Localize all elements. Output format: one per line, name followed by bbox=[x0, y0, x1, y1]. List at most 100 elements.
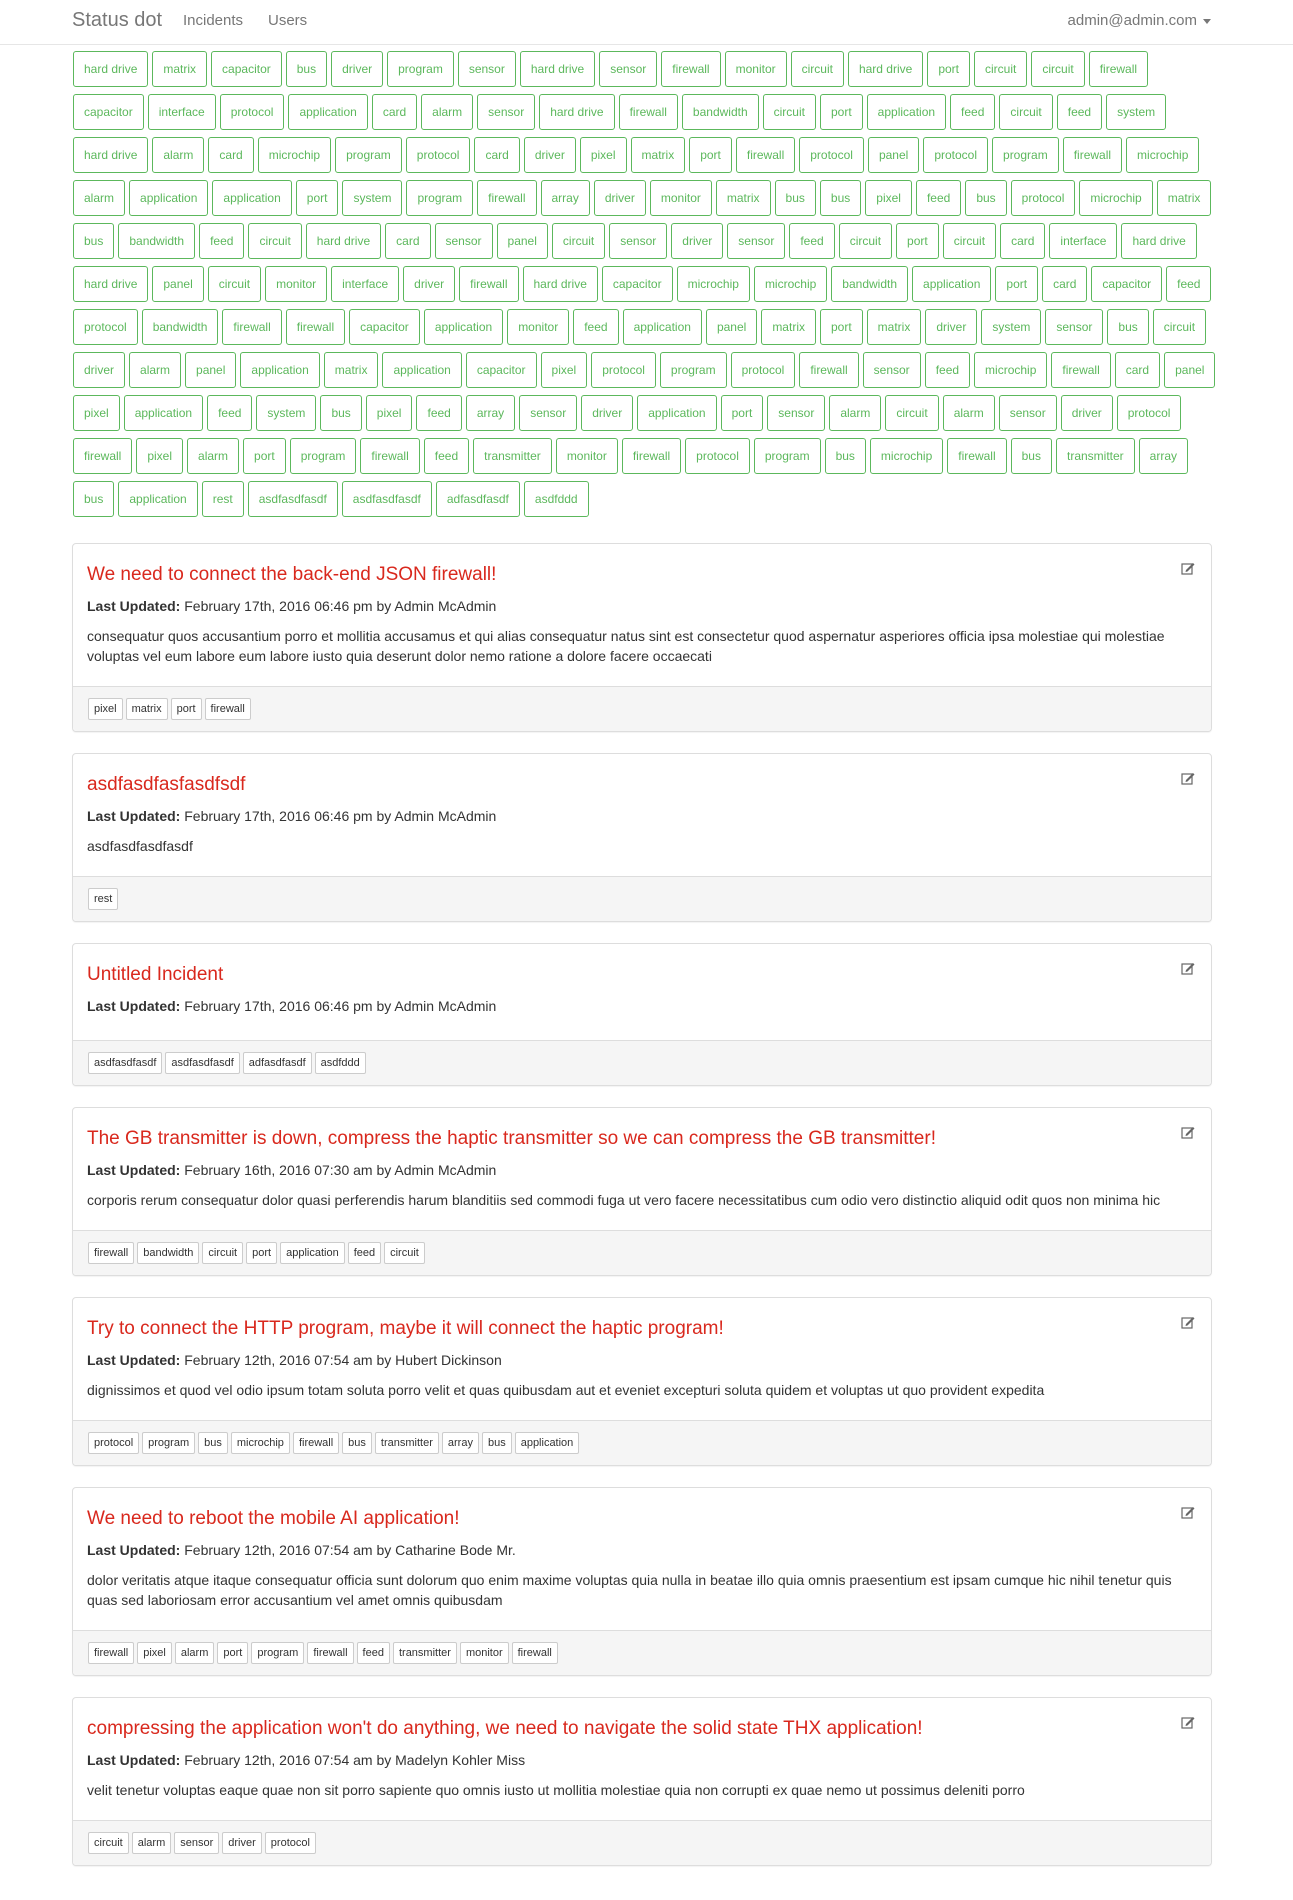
tag-filter-button[interactable]: bus bbox=[73, 223, 115, 259]
incident-title[interactable]: asdfasdfasfasdfsdf bbox=[87, 774, 1197, 796]
incident-tag[interactable]: sensor bbox=[174, 1832, 220, 1854]
tag-filter-button[interactable]: application bbox=[123, 395, 204, 431]
user-menu[interactable]: admin@admin.com bbox=[1068, 12, 1211, 29]
tag-filter-button[interactable]: firewall bbox=[1062, 137, 1123, 173]
tag-filter-button[interactable]: program bbox=[659, 352, 727, 388]
incident-tag[interactable]: pixel bbox=[137, 1642, 172, 1664]
tag-filter-button[interactable]: circuit bbox=[551, 223, 606, 259]
incident-tag[interactable]: adfasdfasdf bbox=[242, 1052, 312, 1074]
tag-filter-button[interactable]: feed bbox=[416, 395, 462, 431]
tag-filter-button[interactable]: microchip bbox=[974, 352, 1048, 388]
tag-filter-button[interactable]: sensor bbox=[1045, 309, 1104, 345]
tag-filter-button[interactable]: protocol bbox=[405, 137, 471, 173]
tag-filter-button[interactable]: firewall bbox=[222, 309, 282, 345]
tag-filter-button[interactable]: matrix bbox=[323, 352, 379, 388]
brand[interactable]: Status dot bbox=[72, 9, 162, 32]
tag-filter-button[interactable]: application bbox=[118, 481, 198, 517]
tag-filter-button[interactable]: firewall bbox=[735, 137, 796, 173]
tag-filter-button[interactable]: driver bbox=[331, 51, 384, 87]
tag-filter-button[interactable]: protocol bbox=[730, 352, 796, 388]
tag-filter-button[interactable]: firewall bbox=[477, 180, 537, 216]
tag-filter-button[interactable]: bandwidth bbox=[831, 266, 909, 302]
tag-filter-button[interactable]: feed bbox=[950, 94, 996, 130]
tag-filter-button[interactable]: application bbox=[240, 352, 320, 388]
tag-filter-button[interactable]: system bbox=[256, 395, 317, 431]
tag-filter-button[interactable]: driver bbox=[73, 352, 126, 388]
tag-filter-button[interactable]: matrix bbox=[630, 137, 686, 173]
tag-filter-button[interactable]: protocol bbox=[591, 352, 656, 388]
incident-tag[interactable]: alarm bbox=[174, 1642, 215, 1664]
tag-filter-button[interactable]: firewall bbox=[621, 438, 682, 474]
tag-filter-button[interactable]: array bbox=[1138, 438, 1189, 474]
tag-filter-button[interactable]: protocol bbox=[685, 438, 750, 474]
tag-filter-button[interactable]: hard drive bbox=[519, 51, 596, 87]
tag-filter-button[interactable]: card bbox=[208, 137, 254, 173]
tag-filter-button[interactable]: hard drive bbox=[1121, 223, 1197, 259]
tag-filter-button[interactable]: hard drive bbox=[73, 51, 149, 87]
tag-filter-button[interactable]: application bbox=[288, 94, 368, 130]
tag-filter-button[interactable]: hard drive bbox=[73, 137, 149, 173]
nav-incidents[interactable]: Incidents bbox=[183, 12, 243, 29]
tag-filter-button[interactable]: port bbox=[243, 438, 286, 474]
incident-tag[interactable]: program bbox=[251, 1642, 305, 1664]
tag-filter-button[interactable]: protocol bbox=[73, 309, 138, 345]
tag-filter-button[interactable]: circuit bbox=[838, 223, 893, 259]
tag-filter-button[interactable]: circuit bbox=[942, 223, 997, 259]
incident-tag[interactable]: circuit bbox=[88, 1832, 129, 1854]
tag-filter-button[interactable]: application bbox=[912, 266, 992, 302]
incident-tag[interactable]: application bbox=[514, 1432, 580, 1454]
tag-filter-button[interactable]: microchip bbox=[753, 266, 828, 302]
tag-filter-button[interactable]: sensor bbox=[477, 94, 536, 130]
tag-filter-button[interactable]: port bbox=[689, 137, 732, 173]
tag-filter-button[interactable]: panel bbox=[1164, 352, 1216, 388]
tag-filter-button[interactable]: microchip bbox=[869, 438, 944, 474]
tag-filter-button[interactable]: feed bbox=[789, 223, 835, 259]
incident-tag[interactable]: matrix bbox=[125, 698, 168, 720]
tag-filter-button[interactable]: adfasdfasdf bbox=[435, 481, 520, 517]
incident-tag[interactable]: bus bbox=[342, 1432, 372, 1454]
tag-filter-button[interactable]: sensor bbox=[434, 223, 493, 259]
tag-filter-button[interactable]: firewall bbox=[618, 94, 678, 130]
tag-filter-button[interactable]: alarm bbox=[152, 137, 205, 173]
tag-filter-button[interactable]: driver bbox=[593, 180, 646, 216]
tag-filter-button[interactable]: panel bbox=[185, 352, 237, 388]
tag-filter-button[interactable]: feed bbox=[199, 223, 245, 259]
edit-icon[interactable] bbox=[1181, 561, 1195, 575]
tag-filter-button[interactable]: port bbox=[995, 266, 1039, 302]
incident-tag[interactable]: rest bbox=[88, 888, 119, 910]
tag-filter-button[interactable]: circuit bbox=[999, 94, 1053, 130]
tag-filter-button[interactable]: monitor bbox=[507, 309, 570, 345]
tag-filter-button[interactable]: pixel bbox=[136, 438, 184, 474]
tag-filter-button[interactable]: protocol bbox=[219, 94, 285, 130]
tag-filter-button[interactable]: card bbox=[371, 94, 418, 130]
nav-users[interactable]: Users bbox=[268, 12, 307, 29]
tag-filter-button[interactable]: card bbox=[385, 223, 431, 259]
tag-filter-button[interactable]: circuit bbox=[762, 94, 816, 130]
tag-filter-button[interactable]: capacitor bbox=[1091, 266, 1163, 302]
tag-filter-button[interactable]: feed bbox=[1056, 94, 1103, 130]
tag-filter-button[interactable]: firewall bbox=[73, 438, 133, 474]
tag-filter-button[interactable]: card bbox=[1114, 352, 1161, 388]
tag-filter-button[interactable]: matrix bbox=[761, 309, 816, 345]
incident-tag[interactable]: array bbox=[441, 1432, 479, 1454]
tag-filter-button[interactable]: microchip bbox=[1126, 137, 1200, 173]
tag-filter-button[interactable]: bus bbox=[965, 180, 1007, 216]
incident-tag[interactable]: asdfasdfasdf bbox=[165, 1052, 240, 1074]
tag-filter-button[interactable]: bus bbox=[1010, 438, 1052, 474]
tag-filter-button[interactable]: hard drive bbox=[847, 51, 924, 87]
tag-filter-button[interactable]: port bbox=[819, 94, 863, 130]
incident-tag[interactable]: monitor bbox=[459, 1642, 509, 1664]
tag-filter-button[interactable]: application bbox=[423, 309, 504, 345]
tag-filter-button[interactable]: circuit bbox=[1152, 309, 1207, 345]
tag-filter-button[interactable]: asdfasdfasdf bbox=[341, 481, 432, 517]
tag-filter-button[interactable]: pixel bbox=[579, 137, 627, 173]
incident-tag[interactable]: firewall bbox=[88, 1642, 135, 1664]
tag-filter-button[interactable]: application bbox=[212, 180, 292, 216]
tag-filter-button[interactable]: sensor bbox=[599, 51, 658, 87]
tag-filter-button[interactable]: bus bbox=[73, 481, 115, 517]
tag-filter-button[interactable]: interface bbox=[1049, 223, 1118, 259]
incident-tag[interactable]: protocol bbox=[264, 1832, 316, 1854]
tag-filter-button[interactable]: driver bbox=[523, 137, 576, 173]
incident-tag[interactable]: bus bbox=[481, 1432, 512, 1454]
tag-filter-button[interactable]: bus bbox=[824, 438, 866, 474]
